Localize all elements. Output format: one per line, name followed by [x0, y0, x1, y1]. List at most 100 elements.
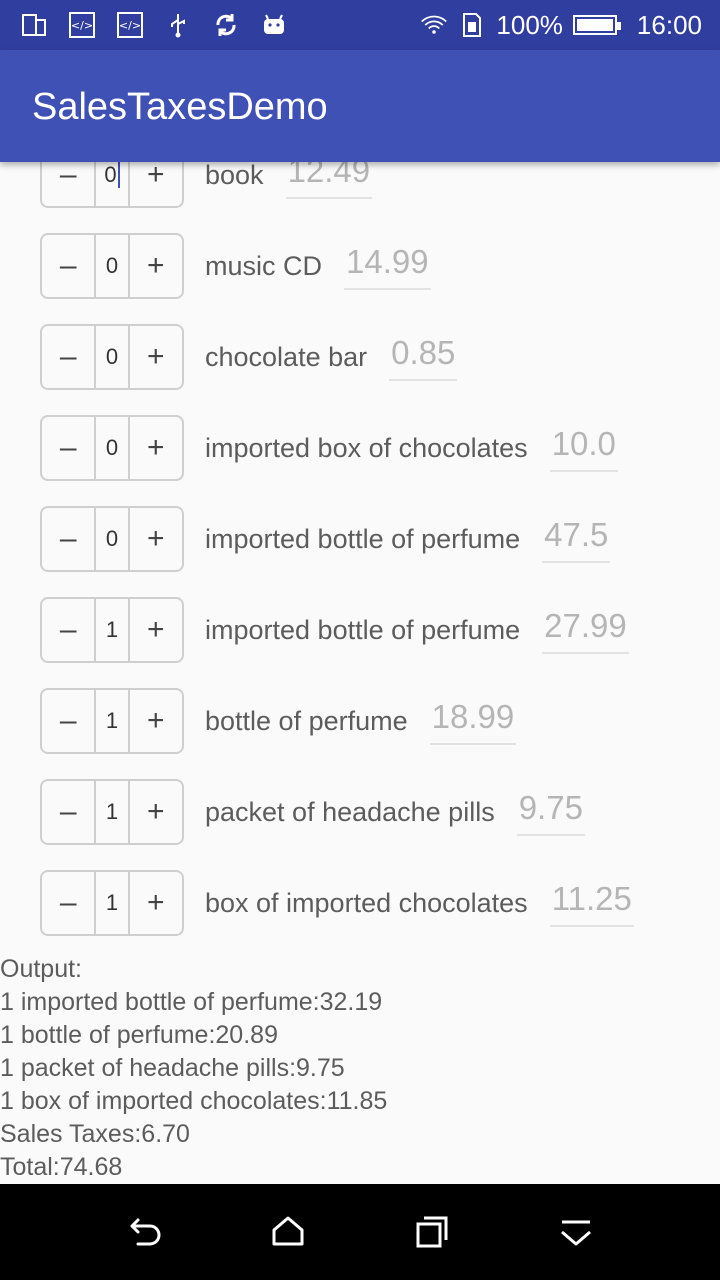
increment-button[interactable]: +	[130, 417, 182, 479]
decrement-button[interactable]: –	[42, 417, 94, 479]
quantity-value: 0	[104, 162, 117, 187]
item-name: chocolate bar	[205, 341, 368, 372]
item-info: imported box of chocolates 10.0	[205, 415, 618, 481]
quantity-stepper: –1 +	[40, 779, 184, 845]
quantity-input[interactable]: 1	[94, 781, 130, 843]
quantity-stepper: –0 +	[40, 506, 184, 572]
quantity-value: 0	[105, 526, 119, 551]
sim-icon	[458, 11, 486, 39]
quantity-value: 1	[105, 708, 119, 733]
quantity-input[interactable]: 1	[94, 599, 130, 661]
price-input[interactable]: 27.99	[542, 606, 629, 654]
list-item: –0 + chocolate bar 0.85	[0, 324, 720, 415]
sync-icon	[212, 11, 240, 39]
quantity-input[interactable]: 0	[94, 235, 130, 297]
quantity-stepper: –1 +	[40, 597, 184, 663]
increment-button[interactable]: +	[130, 690, 182, 752]
screenshot-icon	[20, 11, 48, 39]
back-icon[interactable]	[124, 1212, 164, 1252]
quantity-stepper: –0 +	[40, 324, 184, 390]
item-name: box of imported chocolates	[205, 887, 528, 918]
item-name: bottle of perfume	[205, 705, 408, 736]
output-line: 1 imported bottle of perfume:32.19	[0, 988, 383, 1016]
quantity-value: 1	[105, 617, 119, 642]
item-name: music CD	[205, 250, 323, 281]
clock: 16:00	[636, 9, 702, 40]
decrement-button[interactable]: –	[42, 235, 94, 297]
status-bar: </> </> 100% 16:00	[0, 0, 720, 50]
item-name: imported bottle of perfume	[205, 523, 521, 554]
price-input[interactable]: 14.99	[344, 242, 431, 290]
increment-button[interactable]: +	[130, 508, 182, 570]
output-line: Sales Taxes:6.70	[0, 1120, 190, 1148]
recents-icon[interactable]	[412, 1212, 452, 1252]
svg-text:</>: </>	[119, 19, 141, 32]
quantity-value: 0	[105, 253, 119, 278]
item-name: imported bottle of perfume	[205, 614, 521, 645]
increment-button[interactable]: +	[130, 326, 182, 388]
item-name: book	[205, 159, 264, 190]
android-icon	[260, 11, 288, 39]
quantity-value: 1	[105, 890, 119, 915]
price-input[interactable]: 47.5	[542, 515, 611, 563]
decrement-button[interactable]: –	[42, 326, 94, 388]
svg-text:</>: </>	[71, 19, 93, 32]
increment-button[interactable]: +	[130, 235, 182, 297]
quantity-stepper: –0 +	[40, 415, 184, 481]
item-info: box of imported chocolates 11.25	[205, 870, 634, 936]
item-name: imported box of chocolates	[205, 432, 528, 463]
decrement-button[interactable]: –	[42, 599, 94, 661]
app-title: SalesTaxesDemo	[32, 86, 328, 128]
decrement-button[interactable]: –	[42, 872, 94, 934]
output-line: 1 bottle of perfume:20.89	[0, 1021, 278, 1049]
hide-keyboard-icon[interactable]	[556, 1212, 596, 1252]
item-info: music CD 14.99	[205, 233, 431, 299]
quantity-stepper: –1 +	[40, 688, 184, 754]
items-list[interactable]: –0 + book 12.49–0 + music CD 14.99–0 + chocolate…	[0, 142, 720, 961]
price-input[interactable]: 0.85	[389, 333, 458, 381]
increment-button[interactable]: +	[130, 599, 182, 661]
item-info: imported bottle of perfume 47.5	[205, 506, 611, 572]
quantity-input[interactable]: 1	[94, 872, 130, 934]
decrement-button[interactable]: –	[42, 781, 94, 843]
decrement-button[interactable]: –	[42, 508, 94, 570]
wifi-icon	[420, 11, 448, 39]
quantity-input[interactable]: 0	[94, 326, 130, 388]
list-item: –1 + box of imported chocolates 11.25	[0, 870, 720, 961]
quantity-stepper: –0 +	[40, 233, 184, 299]
quantity-input[interactable]: 1	[94, 690, 130, 752]
list-item: –0 + music CD 14.99	[0, 233, 720, 324]
item-info: chocolate bar 0.85	[205, 324, 458, 390]
list-item: –1 + packet of headache pills 9.75	[0, 779, 720, 870]
item-info: imported bottle of perfume 27.99	[205, 597, 629, 663]
price-input[interactable]: 10.0	[549, 424, 618, 472]
quantity-stepper: –1 +	[40, 870, 184, 936]
item-name: packet of headache pills	[205, 796, 495, 827]
output-line: 1 packet of headache pills:9.75	[0, 1054, 345, 1082]
output-line: Output:	[0, 955, 82, 983]
text-cursor	[117, 162, 120, 188]
battery-percent: 100%	[496, 9, 563, 40]
price-input[interactable]: 18.99	[429, 697, 517, 745]
increment-button[interactable]: +	[130, 872, 182, 934]
increment-button[interactable]: +	[130, 781, 182, 843]
list-item: –0 + imported box of chocolates 10.0	[0, 415, 720, 506]
code-icon: </>	[116, 11, 144, 39]
navigation-bar	[0, 1184, 720, 1280]
item-info: bottle of perfume 18.99	[205, 688, 517, 754]
code-icon: </>	[68, 11, 96, 39]
price-input[interactable]: 11.25	[549, 879, 634, 927]
battery-icon	[572, 15, 621, 35]
app-bar: SalesTaxesDemo	[0, 50, 720, 162]
quantity-input[interactable]: 0	[94, 417, 130, 479]
home-icon[interactable]	[268, 1212, 308, 1252]
list-item: –1 + imported bottle of perfume 27.99	[0, 597, 720, 688]
list-item: –1 + bottle of perfume 18.99	[0, 688, 720, 779]
quantity-value: 0	[105, 344, 119, 369]
price-input[interactable]: 9.75	[516, 788, 585, 836]
output-line: Total:74.68	[0, 1153, 123, 1181]
list-item: –0 + imported bottle of perfume 47.5	[0, 506, 720, 597]
quantity-input[interactable]: 0	[94, 508, 130, 570]
usb-icon	[164, 11, 192, 39]
decrement-button[interactable]: –	[42, 690, 94, 752]
